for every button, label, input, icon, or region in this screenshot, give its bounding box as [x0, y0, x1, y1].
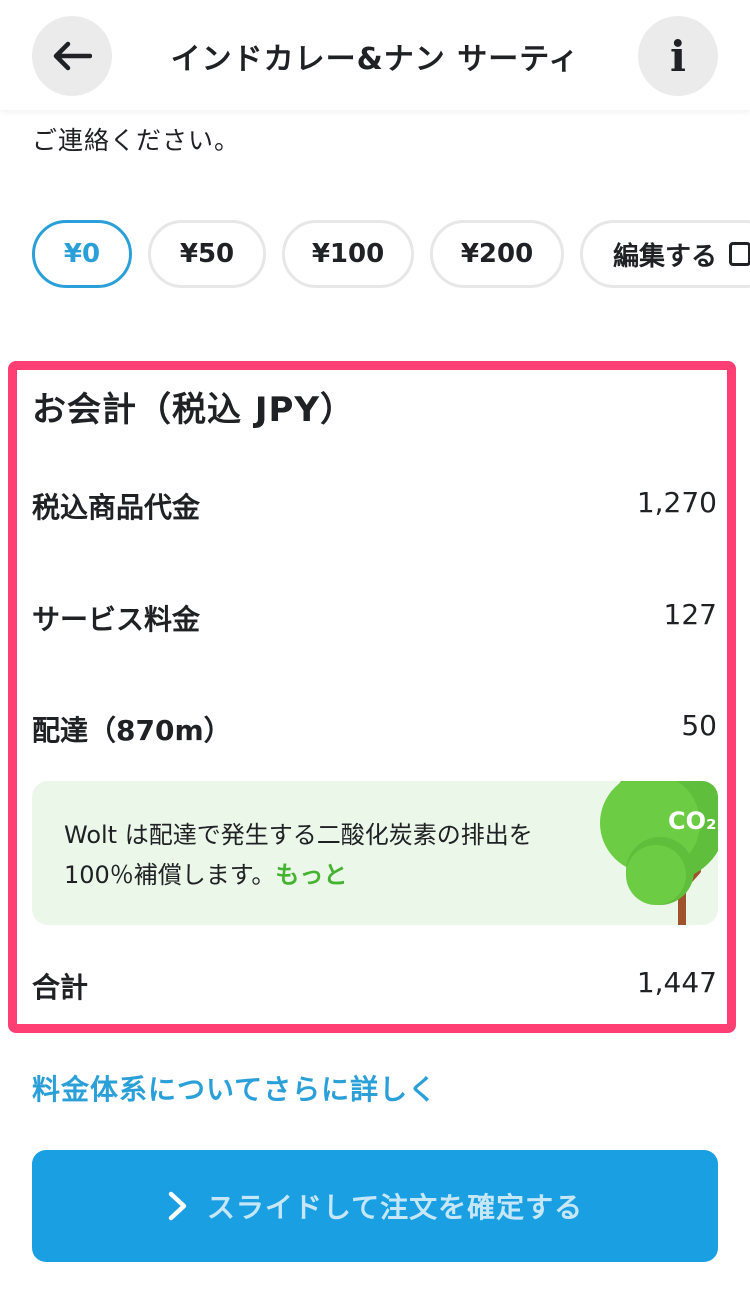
page-title: インドカレー&ナン サーティ [170, 42, 580, 77]
info-icon: i [670, 31, 686, 81]
bill-summary-highlight [8, 361, 736, 1033]
tree-icon: CO₂ [600, 781, 718, 925]
slide-to-confirm-label: スライドして注文を確定する [206, 1191, 584, 1224]
tip-option-200[interactable]: ¥200 [430, 220, 564, 288]
arrow-left-icon [53, 41, 92, 71]
delivery-fee-label: 配達（870m） [32, 714, 232, 747]
back-button[interactable] [32, 16, 112, 96]
edit-icon [729, 242, 750, 266]
top-bar: インドカレー&ナン サーティ i [0, 0, 750, 110]
tip-option-100[interactable]: ¥100 [282, 220, 414, 288]
total-value: 1,447 [636, 966, 717, 999]
co2-offset-banner: Wolt は配達で発生する二酸化炭素の排出を100％補償します。もっと CO₂ [32, 781, 718, 925]
tip-option-50[interactable]: ¥50 [148, 220, 266, 288]
service-fee-value: 127 [663, 598, 717, 631]
bill-title: お会計（税込 JPY） [32, 390, 356, 430]
tip-edit-button[interactable]: 編集する [580, 220, 750, 288]
service-fee-label: サービス料金 [32, 603, 201, 636]
subtotal-value: 1,270 [636, 486, 717, 519]
slide-to-confirm-button[interactable]: スライドして注文を確定する [32, 1150, 718, 1262]
tip-option-0[interactable]: ¥0 [32, 220, 132, 288]
info-button[interactable]: i [638, 16, 718, 96]
co2-more-link[interactable]: もっと [275, 861, 347, 889]
chevron-right-icon [168, 1191, 187, 1221]
co2-badge: CO₂ [668, 807, 717, 835]
delivery-fee-value: 50 [681, 709, 717, 742]
total-label: 合計 [32, 971, 89, 1004]
pricing-info-link[interactable]: 料金体系についてさらに詳しく [32, 1068, 437, 1108]
tip-selector: ¥0 ¥50 ¥100 ¥200 編集する [32, 220, 750, 292]
tip-edit-label: 編集する [613, 241, 718, 272]
subtotal-label: 税込商品代金 [32, 491, 201, 524]
co2-offset-text: Wolt は配達で発生する二酸化炭素の排出を100％補償します。もっと [64, 815, 584, 895]
